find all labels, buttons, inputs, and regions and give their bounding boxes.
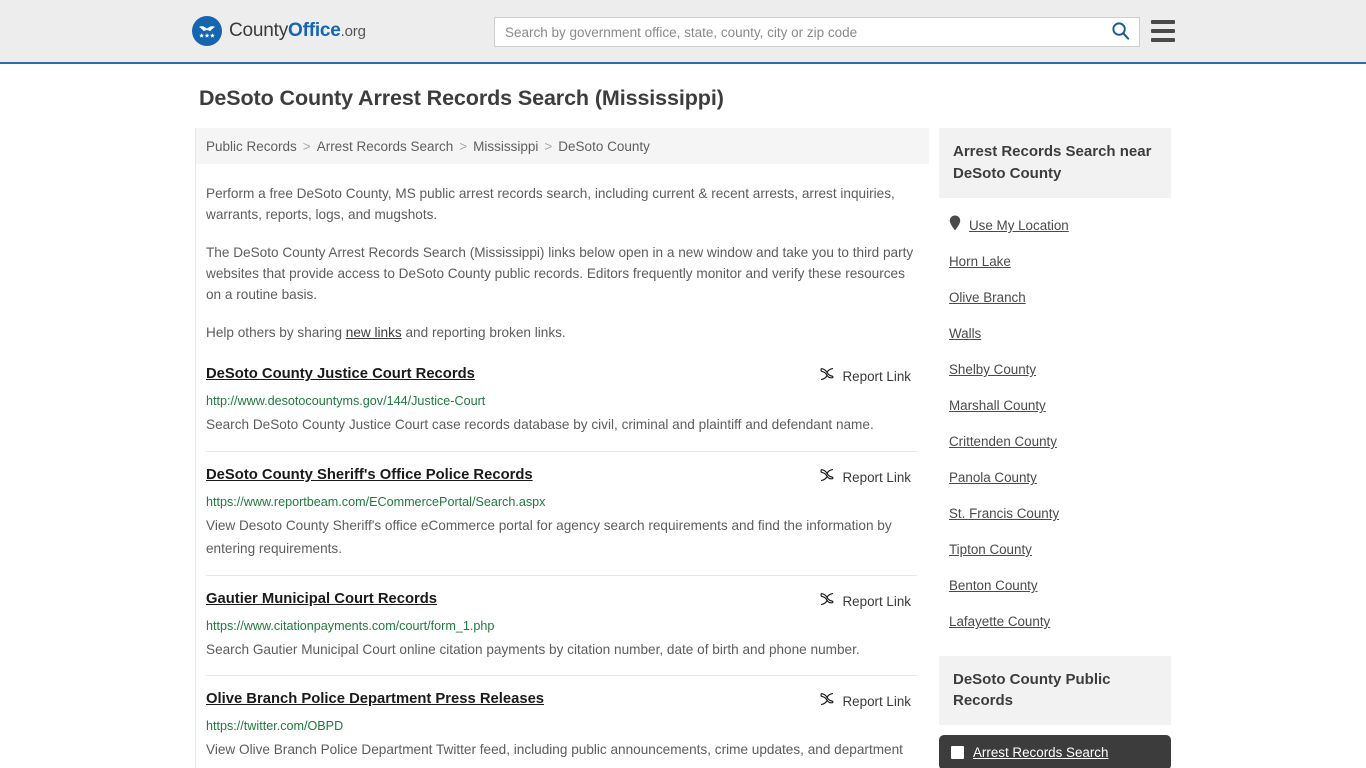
- sidebar: Arrest Records Search near DeSoto County…: [939, 128, 1171, 768]
- public-records-heading: DeSoto County Public Records: [939, 655, 1171, 725]
- sidebar-item-label: Horn Lake: [949, 254, 1011, 269]
- result-title-link[interactable]: Olive Branch Police Department Press Rel…: [206, 690, 544, 709]
- sidebar-item-walls[interactable]: Walls: [939, 316, 1171, 352]
- result-title-link[interactable]: Gautier Municipal Court Records: [206, 590, 437, 609]
- nearby-searches-heading: Arrest Records Search near DeSoto County: [939, 128, 1171, 198]
- breadcrumb-separator: >: [302, 138, 311, 154]
- page-title: DeSoto County Arrest Records Search (Mis…: [199, 86, 724, 110]
- sidebar-item-shelby-county[interactable]: Shelby County: [939, 352, 1171, 388]
- result-url[interactable]: https://twitter.com/OBPD: [206, 719, 917, 733]
- sidebar-item-crittenden-county[interactable]: Crittenden County: [939, 424, 1171, 460]
- intro-paragraph-3: Help others by sharing new links and rep…: [206, 322, 917, 343]
- public-records-box: DeSoto County Public Records Arrest Reco…: [939, 655, 1171, 768]
- intro-paragraph-1: Perform a free DeSoto County, MS public …: [206, 186, 895, 223]
- sidebar-item-panola-county[interactable]: Panola County: [939, 460, 1171, 496]
- result-url[interactable]: https://www.citationpayments.com/court/f…: [206, 619, 917, 633]
- report-link-button[interactable]: Report Link: [819, 467, 911, 488]
- breadcrumb-separator: >: [459, 138, 468, 154]
- location-pin-icon: [949, 215, 961, 236]
- result-description: View Olive Branch Police Department Twit…: [206, 741, 903, 768]
- breadcrumb-item-arrest-records-search[interactable]: Arrest Records Search: [317, 139, 454, 154]
- logo-text-part1: County: [229, 20, 289, 41]
- result-title-link[interactable]: DeSoto County Sheriff's Office Police Re…: [206, 466, 533, 485]
- public-record-item-label: Arrest Records Search: [973, 745, 1109, 760]
- result-item: Gautier Municipal Court Records Report L…: [206, 590, 917, 676]
- page-body: DeSoto County Arrest Records Search (Mis…: [0, 64, 1366, 768]
- logo-text-part3: .org: [340, 23, 366, 40]
- breadcrumb-item-desoto-county[interactable]: DeSoto County: [558, 139, 650, 154]
- sidebar-item-label: Panola County: [949, 470, 1037, 485]
- broken-link-icon: [819, 591, 835, 612]
- sidebar-item-label: St. Francis County: [949, 506, 1060, 521]
- broken-link-icon: [819, 691, 835, 712]
- report-link-button[interactable]: Report Link: [819, 691, 911, 712]
- report-link-button[interactable]: Report Link: [819, 366, 911, 387]
- sidebar-item-st-francis-county[interactable]: St. Francis County: [939, 496, 1171, 532]
- search-bar[interactable]: [494, 17, 1140, 47]
- use-my-location-link[interactable]: Use My Location: [939, 208, 1171, 244]
- logo-text-part2: Office: [288, 20, 341, 41]
- nearby-searches-box: Arrest Records Search near DeSoto County…: [939, 128, 1171, 640]
- result-url[interactable]: http://www.desotocountyms.gov/144/Justic…: [206, 394, 917, 408]
- result-header: DeSoto County Sheriff's Office Police Re…: [206, 466, 917, 488]
- broken-link-icon: [819, 366, 835, 387]
- intro-p3-after: and reporting broken links.: [401, 325, 566, 341]
- sidebar-item-label: Olive Branch: [949, 290, 1026, 305]
- report-link-label: Report Link: [842, 369, 911, 385]
- main-content: Public Records > Arrest Records Search >…: [195, 128, 929, 768]
- result-header: DeSoto County Justice Court Records Repo…: [206, 365, 917, 387]
- public-records-list: Arrest Records Search: [939, 735, 1171, 768]
- content-columns: Public Records > Arrest Records Search >…: [195, 128, 1366, 768]
- sidebar-item-benton-county[interactable]: Benton County: [939, 568, 1171, 604]
- intro-paragraph-2: The DeSoto County Arrest Records Search …: [206, 245, 914, 303]
- breadcrumb-separator: >: [544, 138, 553, 154]
- site-header: CountyOffice.org: [0, 0, 1366, 64]
- result-item: DeSoto County Justice Court Records Repo…: [206, 365, 917, 452]
- public-record-item-arrest-records-search[interactable]: Arrest Records Search: [939, 735, 1171, 768]
- result-description: Search Gautier Municipal Court online ci…: [206, 641, 860, 657]
- broken-link-icon: [819, 467, 835, 488]
- search-icon: [1111, 21, 1130, 43]
- report-link-label: Report Link: [842, 693, 911, 709]
- hamburger-menu-icon[interactable]: [1151, 20, 1175, 42]
- logo-text: CountyOffice.org: [229, 20, 366, 42]
- search-input[interactable]: [495, 18, 1101, 46]
- site-logo[interactable]: CountyOffice.org: [192, 16, 366, 46]
- sidebar-item-horn-lake[interactable]: Horn Lake: [939, 244, 1171, 280]
- report-link-label: Report Link: [842, 593, 911, 609]
- sidebar-item-label: Benton County: [949, 578, 1038, 593]
- result-item: Olive Branch Police Department Press Rel…: [206, 690, 917, 768]
- result-header: Gautier Municipal Court Records Report L…: [206, 590, 917, 612]
- sidebar-item-olive-branch[interactable]: Olive Branch: [939, 280, 1171, 316]
- square-icon: [951, 746, 964, 759]
- breadcrumb-item-mississippi[interactable]: Mississippi: [473, 139, 538, 154]
- eagle-stars-emblem-icon: [192, 16, 222, 46]
- use-my-location-label: Use My Location: [969, 218, 1069, 233]
- breadcrumb: Public Records > Arrest Records Search >…: [196, 128, 929, 164]
- nearby-searches-list: Use My Location Horn Lake Olive Branch W…: [939, 198, 1171, 640]
- result-description: Search DeSoto County Justice Court case …: [206, 417, 874, 433]
- sidebar-item-tipton-county[interactable]: Tipton County: [939, 532, 1171, 568]
- result-title-link[interactable]: DeSoto County Justice Court Records: [206, 365, 475, 384]
- sidebar-item-label: Tipton County: [949, 542, 1032, 557]
- sidebar-item-marshall-county[interactable]: Marshall County: [939, 388, 1171, 424]
- sidebar-item-label: Shelby County: [949, 362, 1037, 377]
- report-link-button[interactable]: Report Link: [819, 591, 911, 612]
- breadcrumb-item-public-records[interactable]: Public Records: [206, 139, 297, 154]
- new-links-link[interactable]: new links: [346, 325, 402, 340]
- intro-p3-before: Help others by sharing: [206, 325, 346, 341]
- result-url[interactable]: https://www.reportbeam.com/ECommercePort…: [206, 495, 917, 509]
- sidebar-item-label: Crittenden County: [949, 434, 1057, 449]
- sidebar-item-label: Walls: [949, 326, 982, 341]
- result-item: DeSoto County Sheriff's Office Police Re…: [206, 466, 917, 576]
- intro-section: Perform a free DeSoto County, MS public …: [196, 183, 929, 343]
- report-link-label: Report Link: [842, 469, 911, 485]
- sidebar-item-label: Lafayette County: [949, 614, 1051, 629]
- sidebar-item-lafayette-county[interactable]: Lafayette County: [939, 604, 1171, 640]
- results-list: DeSoto County Justice Court Records Repo…: [196, 365, 929, 768]
- result-header: Olive Branch Police Department Press Rel…: [206, 690, 917, 712]
- search-button[interactable]: [1101, 18, 1139, 46]
- result-description: View Desoto County Sheriff's office eCom…: [206, 517, 892, 557]
- sidebar-item-label: Marshall County: [949, 398, 1046, 413]
